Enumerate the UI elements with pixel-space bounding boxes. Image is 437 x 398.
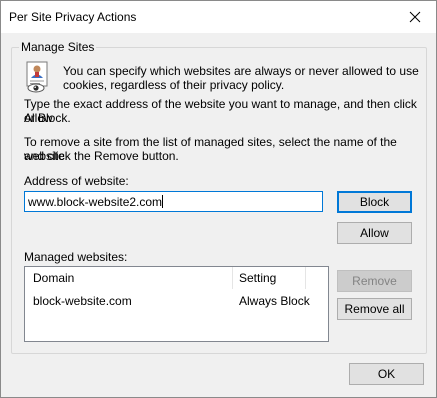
- window-title: Per Site Privacy Actions: [9, 10, 137, 24]
- column-divider[interactable]: [305, 267, 306, 289]
- title-bar: Per Site Privacy Actions: [1, 1, 436, 33]
- remove-instructions-line-2: and click the Remove button.: [24, 149, 179, 163]
- row-setting: Always Block: [239, 294, 310, 308]
- remove-all-button[interactable]: Remove all: [337, 298, 412, 320]
- close-button[interactable]: [394, 1, 436, 33]
- group-label: Manage Sites: [19, 40, 97, 54]
- address-label: Address of website:: [24, 174, 129, 188]
- column-header-domain[interactable]: Domain: [33, 271, 74, 285]
- column-divider[interactable]: [232, 267, 233, 289]
- ok-button[interactable]: OK: [349, 363, 424, 385]
- text-caret: [162, 195, 164, 208]
- intro-text-line-2: cookies, regardless of their privacy pol…: [63, 78, 285, 92]
- remove-button[interactable]: Remove: [337, 270, 412, 292]
- close-icon: [409, 11, 421, 23]
- row-domain: block-website.com: [33, 294, 132, 308]
- address-input[interactable]: www.block-website2.com: [24, 191, 323, 212]
- table-row[interactable]: block-website.com Always Block: [25, 293, 328, 309]
- managed-websites-label: Managed websites:: [24, 250, 128, 264]
- block-button[interactable]: Block: [337, 191, 412, 213]
- column-header-setting[interactable]: Setting: [239, 271, 276, 285]
- allow-button[interactable]: Allow: [337, 222, 412, 244]
- intro-text-line-1: You can specify which websites are alway…: [63, 64, 419, 78]
- privacy-certificate-eye-icon: [26, 61, 48, 93]
- address-value: www.block-website2.com: [28, 195, 163, 209]
- managed-websites-list[interactable]: Domain Setting block-website.com Always …: [24, 266, 329, 342]
- instructions-text-line-1: Type the exact address of the website yo…: [24, 97, 417, 125]
- list-header: Domain Setting: [25, 267, 328, 289]
- instructions-text-line-2: or Block.: [24, 111, 71, 125]
